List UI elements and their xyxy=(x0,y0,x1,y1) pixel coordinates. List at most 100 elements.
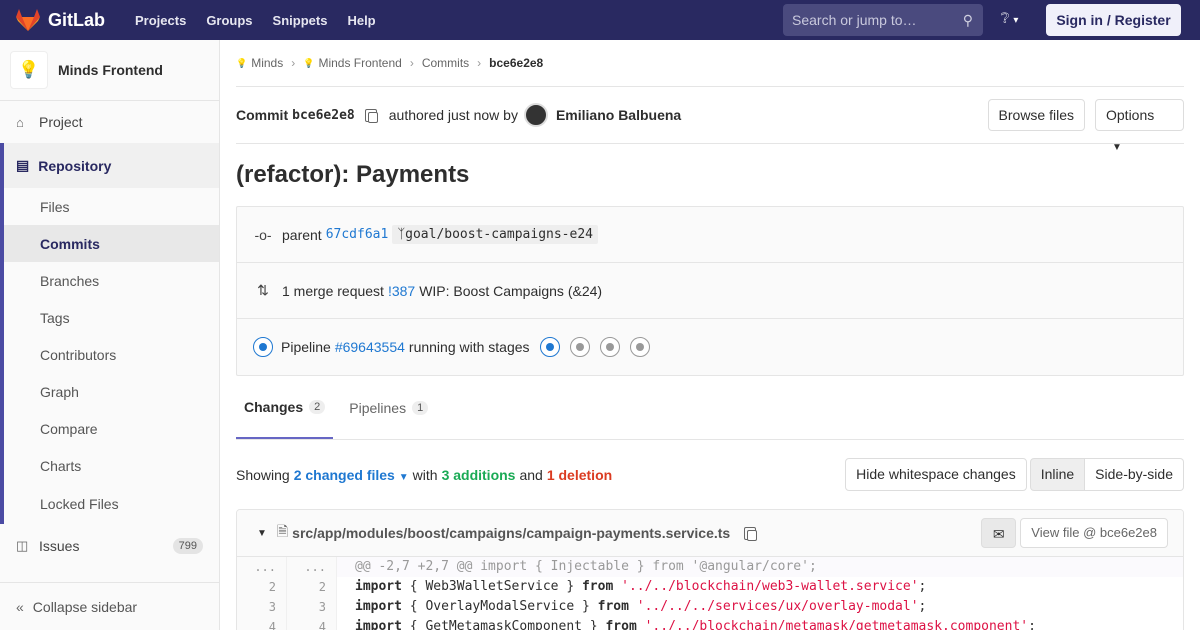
additions-count: 3 additions xyxy=(441,466,516,483)
with-text: with xyxy=(412,466,438,483)
tab-label: Pipelines xyxy=(349,399,407,416)
breadcrumb-project[interactable]: Minds Frontend xyxy=(318,56,401,70)
pipeline-label: Pipeline xyxy=(281,339,331,355)
code-text: { GetMetamaskComponent } xyxy=(401,619,606,630)
pipeline-running-icon[interactable] xyxy=(253,337,273,357)
diff-hunk-header: ... ... @@ -2,7 +2,7 @@ import { Injecta… xyxy=(237,557,1183,577)
sidebar-item-tags[interactable]: Tags xyxy=(4,299,219,336)
home-icon: ⌂ xyxy=(16,114,24,130)
code-line: import { OverlayModalService } from '../… xyxy=(337,597,926,617)
commit-tabs: Changes 2 Pipelines 1 xyxy=(236,376,1184,440)
authored-text: authored just now by xyxy=(388,107,518,123)
line-number-new[interactable]: 2 xyxy=(287,577,337,597)
parent-label: parent xyxy=(282,226,322,243)
gitlab-logo[interactable]: GitLab xyxy=(16,9,105,31)
inline-view-button[interactable]: Inline xyxy=(1029,458,1086,491)
sidebar-item-repository[interactable]: ▤ Repository xyxy=(4,143,219,188)
code-text: ; xyxy=(918,579,927,594)
collapse-sidebar-button[interactable]: « Collapse sidebar xyxy=(0,582,219,630)
copy-icon[interactable] xyxy=(364,108,378,123)
sidebar-item-commits[interactable]: Commits xyxy=(4,225,219,262)
sidebar-item-branches[interactable]: Branches xyxy=(4,262,219,299)
view-file-button[interactable]: View file @ bce6e2e8 xyxy=(1020,518,1168,548)
sidebar-item-label: Project xyxy=(39,114,83,130)
side-by-side-button[interactable]: Side-by-side xyxy=(1085,458,1184,491)
line-number-new[interactable]: 4 xyxy=(287,617,337,630)
file-icon: 🗎︎ xyxy=(276,523,289,539)
nav-groups[interactable]: Groups xyxy=(206,13,252,28)
code-line: import { GetMetamaskComponent } from '..… xyxy=(337,617,1036,630)
caret-down-icon[interactable]: ▼ xyxy=(257,528,267,539)
changed-files-dropdown[interactable]: 2 changed files ▼ xyxy=(294,467,409,483)
avatar[interactable] xyxy=(523,103,548,127)
mr-link[interactable]: !387 xyxy=(388,283,415,299)
top-navbar: GitLab Projects Groups Snippets Help Sea… xyxy=(0,0,1200,40)
breadcrumb-minds[interactable]: Minds xyxy=(251,56,283,70)
comment-icon[interactable]: ✉ xyxy=(981,518,1017,548)
line-number-old[interactable]: 2 xyxy=(237,577,287,597)
showing-text: Showing xyxy=(236,466,290,483)
stage-pending-icon[interactable] xyxy=(599,337,620,357)
nav-help[interactable]: Help xyxy=(347,13,375,28)
sidebar-item-project[interactable]: ⌂ Project xyxy=(0,101,219,143)
search-icon: ⚲ xyxy=(962,12,973,28)
and-text: and xyxy=(519,466,543,483)
author-name[interactable]: Emiliano Balbuena xyxy=(556,107,681,123)
browse-files-button[interactable]: Browse files xyxy=(987,99,1085,131)
sidebar-item-compare[interactable]: Compare xyxy=(4,410,219,447)
line-number-new[interactable]: 3 xyxy=(287,597,337,617)
breadcrumb-commits[interactable]: Commits xyxy=(422,56,469,70)
merge-request-row: ⇅ 1 merge request !387 WIP: Boost Campai… xyxy=(237,263,1183,319)
parent-sha-link[interactable]: 67cdf6a1 xyxy=(326,227,389,242)
line-number-old[interactable]: 3 xyxy=(237,597,287,617)
mr-text: 1 merge request xyxy=(282,282,384,299)
options-dropdown[interactable]: Options ▼ xyxy=(1095,99,1184,153)
sidebar-item-charts[interactable]: Charts xyxy=(4,447,219,484)
sidebar-item-graph[interactable]: Graph xyxy=(4,373,219,410)
help-dropdown[interactable]: ❔︎ ▾ xyxy=(1001,10,1018,27)
sidebar-item-files[interactable]: Files xyxy=(4,188,219,225)
pipeline-status: running with stages xyxy=(408,339,530,355)
sign-in-button[interactable]: Sign in / Register xyxy=(1046,4,1181,36)
diff-file: ▼ 🗎︎ src/app/modules/boost/campaigns/cam… xyxy=(236,509,1184,630)
diff-line: 2 2 import { Web3WalletService } from '.… xyxy=(237,577,1183,597)
nav-snippets[interactable]: Snippets xyxy=(273,13,328,28)
branch-ref[interactable]: ᛉgoal/boost-campaigns-e24 xyxy=(392,225,598,244)
code-string: '../../../services/ux/overlay-modal' xyxy=(628,599,919,614)
line-number-old[interactable]: 4 xyxy=(237,617,287,630)
diff-stats-bar: Showing 2 changed files ▼ with 3 additio… xyxy=(236,440,1184,509)
hide-whitespace-button[interactable]: Hide whitespace changes xyxy=(845,458,1027,491)
merge-request-icon: ⇅ xyxy=(257,282,269,298)
code-text: ; xyxy=(1028,619,1036,630)
sidebar-repository-section: ▤ Repository Files Commits Branches Tags… xyxy=(0,143,219,524)
chevron-right-icon: › xyxy=(291,56,296,70)
project-avatar: 💡 xyxy=(10,51,48,89)
search-input[interactable]: Search or jump to… ⚲ xyxy=(783,4,983,36)
pipeline-row: Pipeline #69643554 running with stages xyxy=(237,319,1183,375)
stage-pending-icon[interactable] xyxy=(569,337,590,357)
copy-icon[interactable] xyxy=(744,526,758,541)
tab-pipelines[interactable]: Pipelines 1 xyxy=(341,376,436,439)
sidebar-item-issues[interactable]: ◫ Issues 799 xyxy=(0,526,219,566)
code-string: '../../blockchain/metamask/getmetamask.c… xyxy=(636,619,1029,630)
stage-pending-icon[interactable] xyxy=(629,337,650,357)
tab-changes[interactable]: Changes 2 xyxy=(236,376,334,439)
commit-header: Commit bce6e2e8 authored just now by Emi… xyxy=(236,87,1184,153)
breadcrumb-current[interactable]: bce6e2e8 xyxy=(489,56,543,70)
pipeline-link[interactable]: #69643554 xyxy=(335,339,405,355)
sidebar-project-header[interactable]: 💡 Minds Frontend xyxy=(0,40,219,101)
nav-projects[interactable]: Projects xyxy=(135,13,186,28)
commit-title: (refactor): Payments xyxy=(236,161,470,188)
caret-down-icon: ▼ xyxy=(398,471,409,483)
code-keyword: import xyxy=(355,599,402,614)
file-path[interactable]: src/app/modules/boost/campaigns/campaign… xyxy=(292,525,730,541)
double-chevron-left-icon: « xyxy=(16,598,24,615)
sidebar-item-contributors[interactable]: Contributors xyxy=(4,336,219,373)
parent-row: -o- parent 67cdf6a1 ᛉgoal/boost-campaign… xyxy=(237,207,1183,263)
tab-count-badge: 1 xyxy=(412,400,429,415)
line-number-new: ... xyxy=(287,557,337,577)
sidebar-item-locked-files[interactable]: Locked Files xyxy=(4,484,219,524)
issues-icon: ◫ xyxy=(16,538,29,553)
commit-icon: -o- xyxy=(254,226,272,243)
stage-running-icon[interactable] xyxy=(539,337,560,357)
